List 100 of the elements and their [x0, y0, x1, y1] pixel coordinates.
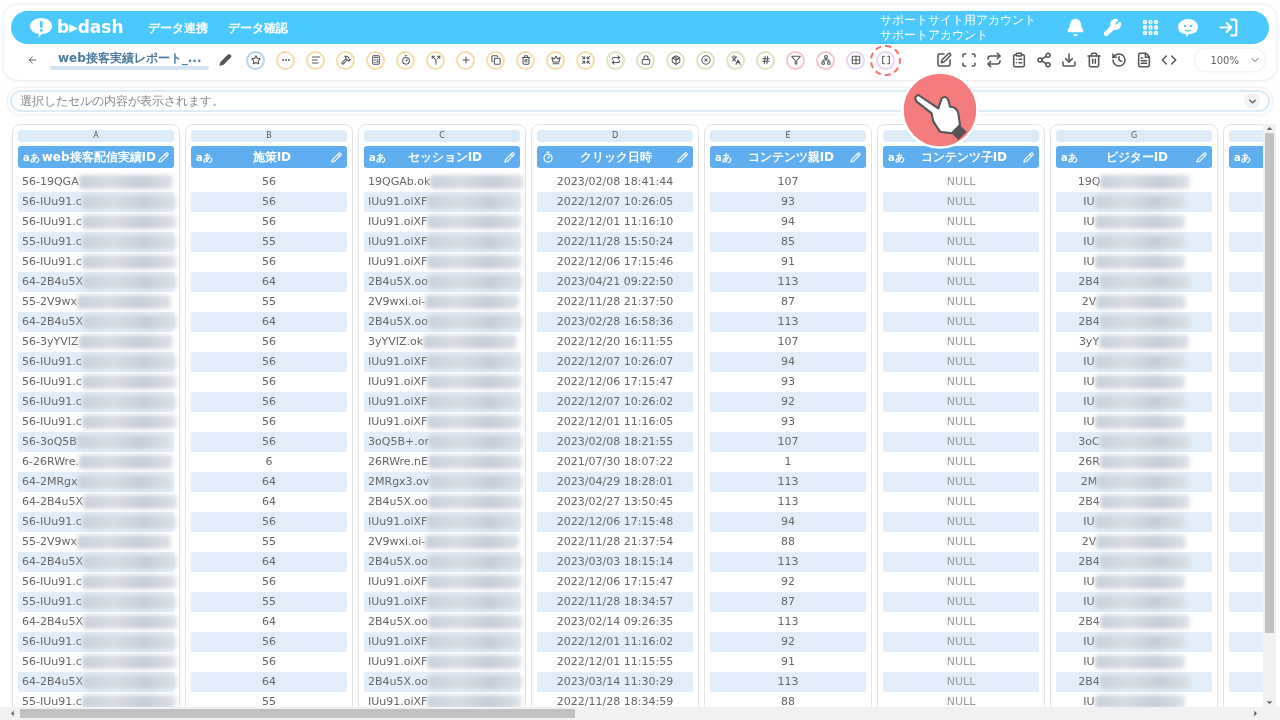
vertical-scrollbar[interactable] [1263, 124, 1276, 707]
table-cell-text: 2B4u5X.oo [368, 673, 428, 690]
table-cell-text: 56 [262, 333, 276, 350]
fullscreen-icon[interactable] [961, 52, 978, 68]
column-title: セッションID [406, 149, 484, 166]
clipboard-icon[interactable] [1011, 52, 1028, 68]
scrollbar-thumb[interactable] [20, 709, 575, 718]
table-cell-text: 56 [262, 513, 276, 530]
column-header[interactable]: クリック日時 [537, 146, 693, 168]
cell-content-field[interactable]: 選択したセルの内容が表示されます。 [10, 90, 1270, 112]
table-cell-text: 64 [262, 673, 276, 690]
table-cell-text: IUu91.oiXF [368, 573, 428, 590]
table-cell-text: NULL [946, 333, 976, 350]
tool-button[interactable] [336, 50, 356, 70]
edit-icon [850, 151, 861, 163]
tool-button[interactable] [756, 50, 776, 70]
split-icon [430, 55, 441, 65]
tool-button[interactable] [246, 50, 266, 70]
tool-button[interactable] [816, 50, 836, 70]
shrink-icon [580, 55, 591, 65]
cell-content-input[interactable]: 選択したセルの内容が表示されます。 [20, 92, 1244, 110]
horizontal-scrollbar[interactable] [0, 707, 1280, 720]
column-header[interactable]: aあ セッションID [364, 146, 520, 168]
scroll-up-icon[interactable] [1265, 124, 1274, 133]
table-cell-text: 93 [781, 193, 795, 210]
tool-button[interactable] [426, 50, 446, 70]
timer-icon [400, 55, 411, 65]
tool-button[interactable] [846, 50, 866, 70]
table-cell-text: 2022/12/20 16:11:55 [556, 333, 674, 350]
copy-icon [490, 55, 501, 65]
nav-link[interactable]: データ確認 [227, 18, 288, 37]
table-cell-text: NULL [946, 293, 976, 310]
table-cell-text: 2022/11/28 18:34:57 [556, 593, 674, 610]
table-cell-text: 55-IUu91.c [22, 233, 82, 250]
table-cell-text: 87 [781, 593, 795, 610]
table-cell-text: 55-2V9wx [22, 533, 77, 550]
expand-button[interactable] [1244, 93, 1260, 109]
tool-button[interactable] [366, 50, 386, 70]
tool-button[interactable] [696, 50, 716, 70]
tool-button[interactable] [876, 50, 896, 70]
table-cell-text: IUu91.oiXF [368, 513, 428, 530]
trash-icon[interactable] [1086, 52, 1103, 68]
type-label: aあ [196, 150, 213, 165]
history-icon[interactable] [1111, 52, 1128, 68]
nav-link[interactable]: データ連携 [147, 18, 208, 37]
table-cell-text: 56-IUu91.c [22, 413, 82, 430]
scroll-down-icon[interactable] [1265, 698, 1274, 707]
table-cell-text: NULL [946, 253, 976, 270]
scrollbar-thumb[interactable] [1265, 133, 1274, 633]
tool-button[interactable] [576, 50, 596, 70]
column-header[interactable]: aあ コンテンツ親ID [710, 146, 866, 168]
tool-button[interactable] [666, 50, 686, 70]
table-cell-text: 64 [262, 553, 276, 570]
column-header[interactable]: aあ 施策ID [191, 146, 347, 168]
tool-button[interactable] [516, 50, 536, 70]
scroll-right-icon[interactable] [1251, 709, 1260, 718]
edit-icon[interactable] [219, 53, 233, 67]
tool-button[interactable] [786, 50, 806, 70]
table-cell-text: 2022/12/06 17:15:47 [556, 373, 674, 390]
back-icon[interactable] [27, 54, 38, 66]
tool-button[interactable] [486, 50, 506, 70]
table-cell-text: 56 [262, 353, 276, 370]
file-icon[interactable] [1136, 52, 1153, 68]
code-icon[interactable] [1161, 52, 1178, 68]
tool-button[interactable] [606, 50, 626, 70]
table-cell-text: 94 [781, 213, 795, 230]
table-cell-text: 113 [777, 613, 799, 630]
edit-icon[interactable] [936, 52, 953, 68]
table-cell-text: 2023/04/29 18:28:01 [556, 473, 674, 490]
table-cell-text: 56 [262, 213, 276, 230]
table-cell-text: 2023/02/08 18:41:44 [556, 173, 674, 190]
table-cell-text: 56 [262, 193, 276, 210]
table-cell-text: 55-IUu91.c [22, 593, 82, 610]
share-icon[interactable] [1036, 52, 1053, 68]
repeat-icon[interactable] [986, 52, 1003, 68]
download-icon[interactable] [1061, 52, 1078, 68]
column-header[interactable]: aあ web接客配信実績ID [18, 146, 174, 168]
column-header[interactable]: aあ ビジターID [1056, 146, 1212, 168]
table-cell-text: 2B4 [1078, 493, 1100, 510]
table-cell-text: IUu91.oiXF [368, 233, 428, 250]
tool-button[interactable] [546, 50, 566, 70]
scroll-left-icon[interactable] [8, 709, 17, 718]
table-cell-text: 1 [784, 453, 792, 470]
type-label: aあ [1061, 150, 1078, 165]
table-cell-text: 56-IUu91.c [22, 373, 82, 390]
hash-icon [760, 55, 771, 65]
table-cell-text: NULL [946, 313, 976, 330]
table-cell-text: 2022/12/01 11:16:02 [556, 633, 674, 650]
zoom-select[interactable]: 100% [1195, 49, 1265, 71]
table-cell-text: 56 [262, 413, 276, 430]
table-cell-text: 2B4u5X.oo [368, 553, 428, 570]
table-cell-text: NULL [946, 453, 976, 470]
tool-button[interactable] [726, 50, 746, 70]
tool-button[interactable] [636, 50, 656, 70]
tool-button[interactable] [396, 50, 416, 70]
table-cell-text: 56-IUu91.c [22, 253, 82, 270]
column-header[interactable]: aあ コンテンツ子ID [883, 146, 1039, 168]
table-cell-text: NULL [946, 173, 976, 190]
column-title: コンテンツ子ID [919, 149, 1009, 166]
table-cell-text: IU [1083, 653, 1095, 670]
